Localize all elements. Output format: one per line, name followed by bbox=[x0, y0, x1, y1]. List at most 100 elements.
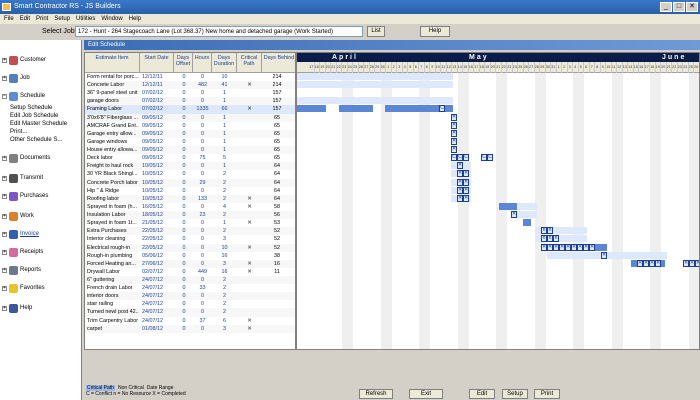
cell-behind: 65 bbox=[274, 114, 280, 121]
cell-hours: 0 bbox=[201, 114, 204, 121]
table-row[interactable]: interior doors 24/07/12 0 0 2 bbox=[85, 292, 295, 301]
schedule-subitem[interactable]: Setup Schedule bbox=[10, 104, 52, 112]
menu-item-file[interactable]: File bbox=[4, 14, 14, 24]
schedule-marker: n bbox=[547, 227, 553, 235]
sidebar-item-transmit[interactable]: + Transmit bbox=[2, 172, 80, 184]
table-row[interactable]: Concrete Labor 12/12/11 0 482 41 ✕ 214 bbox=[85, 81, 295, 90]
col-header-behind[interactable]: Days Behind bbox=[262, 53, 295, 73]
expand-icon[interactable]: + bbox=[2, 155, 7, 161]
schedule-subitem[interactable]: Edit Master Schedule bbox=[10, 120, 67, 128]
help-button[interactable]: Help bbox=[420, 26, 450, 37]
expand-icon[interactable]: + bbox=[2, 305, 7, 311]
date-range-bar bbox=[517, 202, 537, 210]
table-row[interactable]: carpet 01/08/12 0 0 3 ✕ bbox=[85, 324, 295, 333]
expand-icon[interactable]: − bbox=[2, 93, 7, 99]
expand-icon[interactable]: + bbox=[2, 231, 7, 237]
exit-button[interactable]: Exit bbox=[409, 389, 443, 399]
print-button[interactable]: Print bbox=[534, 389, 560, 399]
table-row[interactable]: Sprayed in foam (h... 16/05/12 0 0 4 ✕ 58 bbox=[85, 203, 295, 211]
expand-icon[interactable]: + bbox=[2, 213, 7, 219]
cell-date: 22/05/12 bbox=[142, 228, 163, 235]
table-row[interactable]: Garage windows 09/05/12 0 0 1 65 bbox=[85, 138, 295, 146]
cell-duration: 16 bbox=[221, 268, 228, 275]
table-row[interactable]: Framing Labor 07/02/12 0 1335 66 ✕ 157 bbox=[85, 105, 295, 114]
table-row[interactable]: 3'0x6'8" Fiberglass ... 09/05/12 0 0 1 65 bbox=[85, 113, 295, 122]
minimize-button[interactable]: _ bbox=[660, 2, 672, 12]
table-row[interactable]: House entry allowa... 09/05/12 0 0 1 65 bbox=[85, 146, 295, 155]
col-header-duration[interactable]: Days Duration bbox=[212, 53, 237, 73]
col-header-hours[interactable]: Hours bbox=[193, 53, 212, 73]
table-row[interactable]: Insulation Labor 18/05/12 0 23 2 56 bbox=[85, 211, 295, 220]
expand-icon[interactable]: + bbox=[2, 249, 7, 255]
sidebar-item-work[interactable]: + Work bbox=[2, 210, 80, 222]
weekend-shade bbox=[611, 73, 623, 349]
table-row[interactable]: Hip " & Ridge 10/05/12 0 0 2 64 bbox=[85, 187, 295, 195]
job-select[interactable]: 172 - Hunt - 264 Stagecoach Lane (Lot 36… bbox=[75, 26, 363, 37]
expand-icon[interactable]: + bbox=[2, 285, 7, 291]
cell-critical: ✕ bbox=[247, 268, 252, 275]
table-row[interactable]: AMCRAF Grand Ent... 09/05/12 0 0 1 65 bbox=[85, 122, 295, 130]
table-row[interactable]: Concrete Porch labor 10/05/12 0 29 2 64 bbox=[85, 178, 295, 187]
table-row[interactable]: garage doors 07/02/12 0 0 1 157 bbox=[85, 97, 295, 106]
setup-button[interactable]: Setup bbox=[502, 389, 528, 399]
sidebar-item-job[interactable]: + Job bbox=[2, 72, 80, 84]
expand-icon[interactable]: + bbox=[2, 267, 7, 273]
table-row[interactable]: 6" guttering 24/07/12 0 0 2 bbox=[85, 276, 295, 285]
list-button[interactable]: List bbox=[367, 26, 385, 37]
table-row[interactable]: 36" 9-panel steel unit 07/02/12 0 0 1 157 bbox=[85, 89, 295, 97]
table-row[interactable]: Sprayed in foam 1t... 21/05/12 0 0 1 ✕ 53 bbox=[85, 219, 295, 227]
table-row[interactable]: Freight to haul rock 10/05/12 0 0 1 64 bbox=[85, 162, 295, 171]
schedule-marker: ✕ bbox=[463, 194, 469, 202]
col-header-critical[interactable]: Critical Path bbox=[237, 53, 262, 73]
expand-icon[interactable]: + bbox=[2, 57, 7, 63]
sidebar-item-schedule[interactable]: − Schedule bbox=[2, 90, 80, 102]
table-row[interactable]: 30 YR Black Shingl... 10/05/12 0 0 2 64 bbox=[85, 170, 295, 178]
gantt-chart: April May June 17 18 19 20 21 22 23 24 25 26 27 28 29 3… bbox=[296, 52, 700, 350]
close-button[interactable]: ✕ bbox=[686, 2, 698, 12]
maximize-button[interactable]: □ bbox=[673, 2, 685, 12]
sidebar-item-customer[interactable]: + Customer bbox=[2, 54, 80, 66]
col-header-date[interactable]: Start Date bbox=[140, 53, 174, 73]
table-row[interactable]: Rough-in plumbing 05/06/12 0 0 16 38 bbox=[85, 252, 295, 260]
schedule-subitem[interactable]: Print... bbox=[10, 128, 27, 136]
table-row[interactable]: Extra Purchases 22/05/12 0 0 2 52 bbox=[85, 227, 295, 236]
schedule-subitem[interactable]: Other Schedule S... bbox=[10, 136, 62, 144]
table-row[interactable]: stair railing 24/07/12 0 0 2 bbox=[85, 300, 295, 308]
sidebar-item-purchases[interactable]: + Purchases bbox=[2, 190, 80, 202]
schedule-subitem[interactable]: Edit Job Schedule bbox=[10, 112, 58, 120]
table-row[interactable]: Trim Carpentry Labor 24/07/12 0 37 6 ✕ bbox=[85, 317, 295, 325]
menu-item-setup[interactable]: Setup bbox=[54, 14, 70, 24]
table-row[interactable]: Garage entry allow... 09/05/12 0 0 1 65 bbox=[85, 129, 295, 138]
sidebar-item-label: Schedule bbox=[20, 93, 46, 99]
table-row[interactable]: Electrical rough-in 22/05/12 0 0 10 ✕ 52 bbox=[85, 243, 295, 252]
edit-button[interactable]: Edit bbox=[469, 389, 495, 399]
expand-icon[interactable]: + bbox=[2, 75, 7, 81]
table-row[interactable]: Deck labor 09/05/12 0 75 5 65 bbox=[85, 154, 295, 162]
cell-date: 24/07/12 bbox=[142, 277, 163, 283]
table-row[interactable]: French drain Labor 24/07/12 0 33 2 bbox=[85, 284, 295, 292]
menu-item-print[interactable]: Print bbox=[36, 14, 48, 24]
table-row[interactable]: Drywall Labor 02/07/12 0 449 16 ✕ 11 bbox=[85, 268, 295, 276]
sidebar-item-reports[interactable]: + Reports bbox=[2, 264, 80, 276]
sidebar-item-receipts[interactable]: + Receipts bbox=[2, 246, 80, 258]
col-header-offset[interactable]: Days Offset bbox=[174, 53, 193, 73]
col-header-item[interactable]: Estimate Item bbox=[85, 53, 140, 73]
table-row[interactable]: Interior cleaning 22/05/12 0 0 3 52 bbox=[85, 235, 295, 243]
menu-item-help[interactable]: Help bbox=[129, 14, 141, 24]
sidebar-item-help[interactable]: + Help bbox=[2, 302, 80, 314]
sidebar-item-invoice[interactable]: + Invoice bbox=[2, 228, 80, 240]
refresh-button[interactable]: Refresh bbox=[359, 389, 393, 399]
table-row[interactable]: Forced Heating an... 27/06/12 0 0 3 ✕ 16 bbox=[85, 259, 295, 268]
table-row[interactable]: Form rental for porc... 12/12/11 0 0 10 214 bbox=[85, 73, 295, 81]
table-row[interactable]: Turned newl post 42... 24/07/12 0 0 2 bbox=[85, 308, 295, 317]
table-row[interactable]: Roofing labor 10/05/12 0 133 2 ✕ 64 bbox=[85, 194, 295, 203]
sidebar-item-favorites[interactable]: + Favorites bbox=[2, 282, 80, 294]
expand-icon[interactable]: + bbox=[2, 175, 7, 181]
cell-behind: 52 bbox=[274, 228, 280, 235]
sidebar-item-documents[interactable]: + Documents bbox=[2, 152, 80, 164]
menu-item-utilities[interactable]: Utilities bbox=[76, 14, 95, 24]
menu-item-window[interactable]: Window bbox=[101, 14, 122, 24]
menu-item-edit[interactable]: Edit bbox=[20, 14, 30, 24]
expand-icon[interactable]: + bbox=[2, 193, 7, 199]
cell-date: 07/02/12 bbox=[142, 106, 163, 113]
